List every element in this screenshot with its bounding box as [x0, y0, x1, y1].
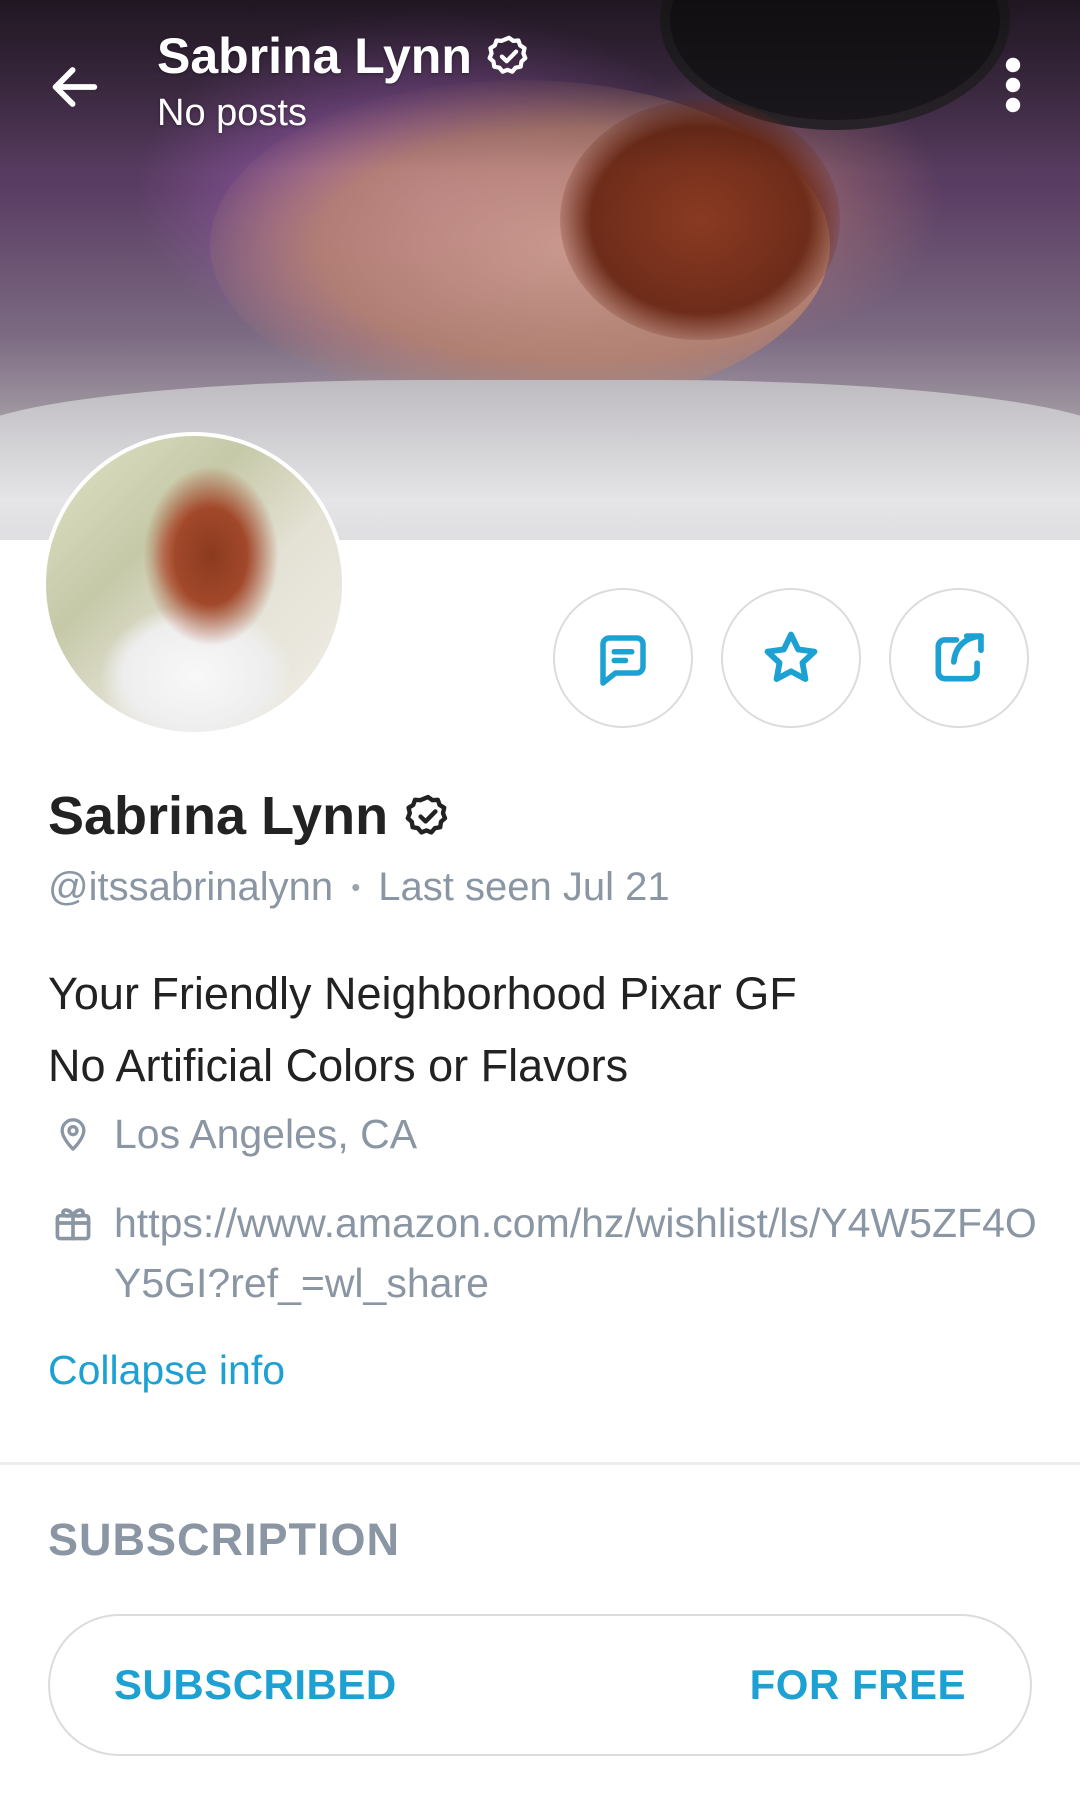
- avatar-image: [46, 436, 342, 732]
- back-button[interactable]: [40, 52, 110, 122]
- meta-separator: •: [351, 872, 361, 902]
- profile-name: Sabrina Lynn: [48, 786, 389, 846]
- wishlist-row: https://www.amazon.com/hz/wishlist/ls/Y4…: [48, 1193, 1044, 1313]
- location-text: Los Angeles, CA: [114, 1111, 418, 1157]
- header-title-group: Sabrina Lynn No posts: [157, 26, 532, 136]
- subscription-price: FOR FREE: [749, 1661, 966, 1708]
- location-row: Los Angeles, CA: [48, 1104, 417, 1164]
- avatar[interactable]: [46, 436, 342, 732]
- message-icon: [600, 635, 646, 686]
- bio-line: No Artificial Colors or Flavors: [48, 1040, 629, 1091]
- arrow-left-icon: [52, 67, 98, 107]
- star-icon: [764, 631, 818, 682]
- header-name: Sabrina Lynn: [157, 28, 472, 84]
- section-divider: [0, 1462, 1080, 1465]
- share-button[interactable]: [889, 588, 1029, 728]
- subscription-status: SUBSCRIBED: [114, 1661, 397, 1708]
- favorite-button[interactable]: [721, 588, 861, 728]
- share-icon: [935, 633, 984, 682]
- subscription-button[interactable]: SUBSCRIBED FOR FREE: [48, 1614, 1032, 1756]
- wishlist-link[interactable]: https://www.amazon.com/hz/wishlist/ls/Y4…: [114, 1193, 1044, 1313]
- last-seen: Last seen Jul 21: [378, 865, 670, 909]
- more-vertical-icon: [1005, 57, 1021, 113]
- profile-handle: @itssabrinalynn: [48, 865, 334, 909]
- bio-line: Your Friendly Neighborhood Pixar GF: [48, 968, 797, 1019]
- header-subtitle: No posts: [157, 92, 307, 134]
- collapse-info-link[interactable]: Collapse info: [48, 1344, 285, 1396]
- subscription-heading: SUBSCRIPTION: [48, 1514, 401, 1565]
- gift-icon: [48, 1193, 98, 1253]
- location-pin-icon: [48, 1104, 98, 1164]
- verified-badge-icon: [487, 35, 528, 74]
- verified-badge-icon: [405, 794, 448, 835]
- header-title: Sabrina Lynn: [157, 26, 532, 86]
- profile-meta: @itssabrinalynn • Last seen Jul 21: [48, 862, 670, 912]
- message-button[interactable]: [553, 588, 693, 728]
- profile-bio: Your Friendly Neighborhood Pixar GF No A…: [48, 958, 797, 1102]
- more-options-button[interactable]: [990, 50, 1036, 120]
- profile-name-row: Sabrina Lynn: [48, 784, 452, 848]
